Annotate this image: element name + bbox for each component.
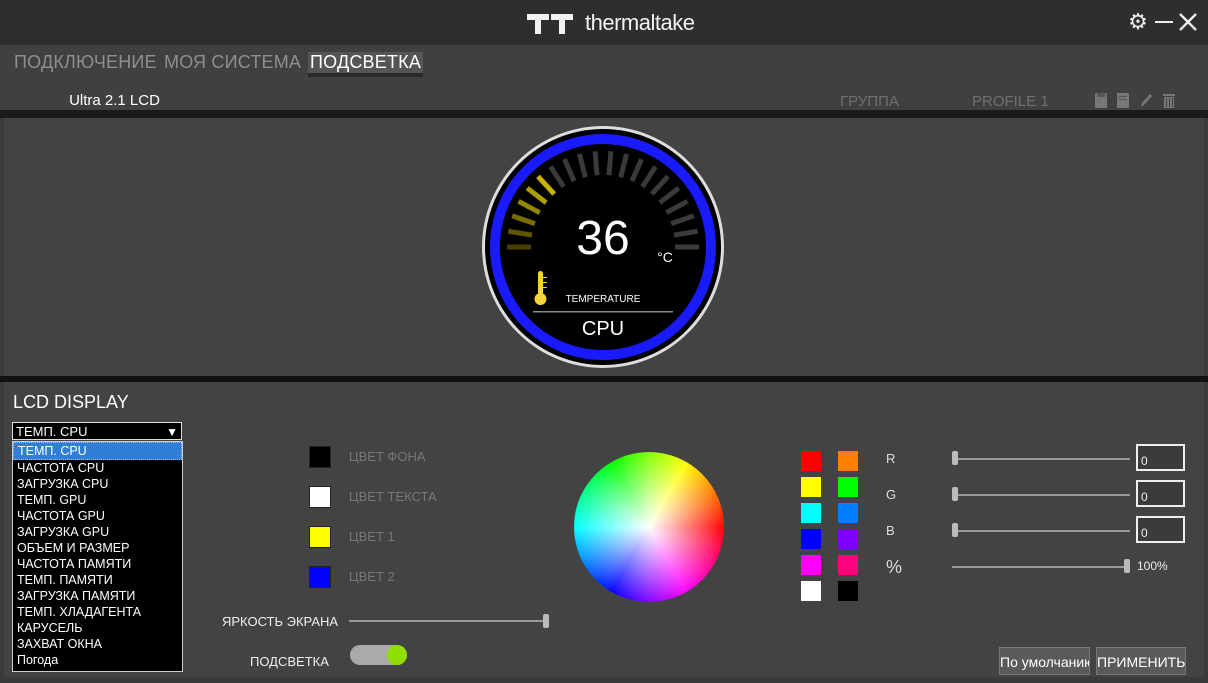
lcd-preview-display: 36 °C TEMPERATURE CPU [482,126,724,368]
g-label: G [886,487,897,502]
backlight-toggle[interactable] [350,645,407,665]
color-swatch-4[interactable] [309,566,331,588]
display-mode-option[interactable]: Погода [13,652,182,668]
display-mode-option[interactable]: ЗАГРУЗКА CPU [13,476,182,492]
close-x-icon [1179,13,1197,31]
sensor-label: CPU [582,318,624,340]
display-mode-option[interactable]: ЗАГРУЗКА GPU [13,524,182,540]
r-value-input[interactable] [1136,444,1185,471]
palette-swatch[interactable] [801,529,821,549]
r-slider-track[interactable] [952,458,1130,460]
g-slider-thumb[interactable] [952,487,958,501]
display-mode-option[interactable]: ОБЪЕМ И РАЗМЕР [13,540,182,556]
display-mode-option[interactable]: ЗАХВАТ ОКНА [13,636,182,652]
r-label: R [886,451,896,466]
temperature-value: 36 [576,212,629,265]
display-mode-selected: ТЕМП. CPU [16,424,88,439]
temperature-caption: TEMPERATURE [566,294,641,305]
display-mode-option[interactable]: ЗАГРУЗКА ПАМЯТИ [13,588,182,604]
color-wheel-saturation [574,452,724,602]
palette-swatch[interactable] [838,451,858,471]
default-button[interactable]: По умолчанию [999,647,1090,675]
display-mode-option[interactable]: ЧАСТОТА CPU [13,460,182,476]
color-swatch-1[interactable] [309,446,331,468]
b-slider-thumb[interactable] [952,523,958,537]
close-icon[interactable] [1176,10,1200,34]
g-value-input[interactable] [1136,480,1185,507]
percent-slider-track[interactable] [952,566,1130,568]
brightness-slider-track[interactable] [349,620,547,622]
display-mode-option[interactable]: КАРУСЕЛЬ [13,620,182,636]
backlight-label: ПОДСВЕТКА [250,654,329,669]
apply-button[interactable]: ПРИМЕНИТЬ [1096,647,1186,675]
color-label-4: ЦВЕТ 2 [349,569,395,584]
profile-label[interactable]: PROFILE 1 [972,93,1049,110]
caption-divider [533,311,673,313]
color-label-3: ЦВЕТ 1 [349,529,395,544]
b-label: B [886,523,895,538]
r-slider-thumb[interactable] [952,451,958,465]
color-swatch-3[interactable] [309,526,331,548]
display-mode-option[interactable]: ЧАСТОТА GPU [13,508,182,524]
display-mode-options: ТЕМП. CPU ЧАСТОТА CPU ЗАГРУЗКА CPU ТЕМП. GP… [12,441,183,672]
temperature-unit: °C [657,249,673,265]
edit-pencil-icon[interactable] [1139,92,1153,109]
title-bar: thermaltake ⚙ [0,0,1208,45]
gauge-tick [606,151,614,176]
color-label-2: ЦВЕТ ТЕКСТА [349,489,437,504]
palette-swatch[interactable] [801,581,821,601]
palette-swatch[interactable] [801,477,821,497]
b-slider-track[interactable] [952,530,1130,532]
display-mode-option[interactable]: ТЕМП. CPU [13,442,182,460]
palette-swatch[interactable] [838,477,858,497]
display-mode-option[interactable]: ТЕМП. ПАМЯТИ [13,572,182,588]
settings-gear-icon[interactable]: ⚙ [1126,10,1150,34]
tab-lighting[interactable]: ПОДСВЕТКА [308,52,424,77]
group-label[interactable]: ГРУППА [840,93,899,110]
palette-swatch[interactable] [838,555,858,575]
tab-connection[interactable]: ПОДКЛЮЧЕНИЕ [14,52,157,73]
percent-value: 100% [1137,559,1168,573]
color-label-1: ЦВЕТ ФОНА [349,449,426,464]
display-mode-option[interactable]: ЧАСТОТА ПАМЯТИ [13,556,182,572]
color-wheel[interactable] [574,452,724,602]
display-mode-select[interactable]: ТЕМП. CPU ▼ [12,422,182,440]
brand-name: thermaltake [585,10,695,35]
dropdown-arrow-icon: ▼ [166,425,178,439]
minimize-icon[interactable] [1152,10,1176,34]
lcd-display-title: LCD DISPLAY [13,392,129,412]
percent-slider-thumb[interactable] [1124,559,1130,573]
b-value-input[interactable] [1136,516,1185,543]
thermaltake-logo: thermaltake [527,10,695,36]
delete-trash-icon[interactable] [1162,92,1176,109]
palette-swatch[interactable] [801,555,821,575]
palette-swatch[interactable] [838,529,858,549]
palette-swatch[interactable] [838,503,858,523]
gauge-tick [592,151,600,176]
copy-profile-icon[interactable] [1116,92,1130,109]
header-divider [0,110,1208,118]
color-swatch-2[interactable] [309,486,331,508]
brightness-slider-thumb[interactable] [543,614,549,628]
percent-label: % [886,557,903,577]
brightness-label: ЯРКОСТЬ ЭКРАНА [222,614,339,629]
save-profile-icon[interactable] [1094,92,1108,109]
display-mode-option[interactable]: ТЕМП. ХЛАДАГЕНТА [13,604,182,620]
palette-swatch[interactable] [838,581,858,601]
palette-swatch[interactable] [801,451,821,471]
tt-logo-icon [527,14,573,34]
display-mode-option[interactable]: ТЕМП. GPU [13,492,182,508]
g-slider-track[interactable] [952,494,1130,496]
palette-swatch[interactable] [801,503,821,523]
tab-my-system[interactable]: МОЯ СИСТЕМА [164,52,301,73]
backlight-toggle-knob [387,645,407,665]
display-mode-option[interactable]: ЧАСЫ [13,668,182,671]
minimize-dash-icon [1155,21,1173,23]
